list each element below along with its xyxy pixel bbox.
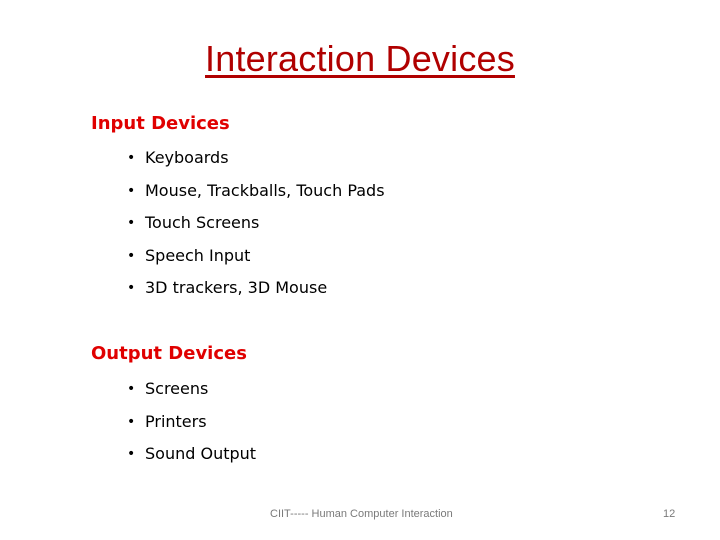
bullet-icon: • (127, 215, 136, 231)
input-devices-list: • Keyboards • Mouse, Trackballs, Touch Pad… (127, 148, 385, 311)
list-item: • Screens (127, 379, 256, 412)
slide-title: Interaction Devices (205, 38, 515, 79)
footer-text: CIIT----- Human Computer Interaction (270, 508, 453, 520)
list-item-text: 3D trackers, 3D Mouse (145, 278, 328, 297)
list-item-text: Speech Input (145, 245, 251, 265)
input-devices-heading: Input Devices (91, 113, 230, 134)
page-number: 12 (663, 508, 676, 520)
list-item: • Keyboards (127, 148, 385, 181)
bullet-icon: • (127, 280, 136, 296)
list-item-text: Screens (145, 379, 209, 398)
bullet-icon: • (127, 182, 136, 199)
list-item: • Sound Output (127, 444, 256, 477)
bullet-icon: • (127, 446, 136, 462)
bullet-icon: • (127, 247, 136, 264)
list-item-text: Printers (145, 411, 207, 431)
bullet-icon: • (127, 413, 136, 430)
list-item: • 3D trackers, 3D Mouse (127, 278, 385, 311)
list-item: • Speech Input (127, 246, 385, 279)
list-item-text: Keyboards (145, 148, 229, 167)
list-item: • Mouse, Trackballs, Touch Pads (127, 181, 385, 214)
output-devices-list: • Screens • Printers • Sound Output (127, 379, 256, 477)
output-devices-heading: Output Devices (91, 343, 247, 364)
list-item-text: Mouse, Trackballs, Touch Pads (145, 180, 385, 200)
bullet-icon: • (127, 381, 136, 397)
bullet-icon: • (127, 150, 136, 166)
list-item: • Touch Screens (127, 213, 385, 246)
list-item-text: Touch Screens (145, 213, 260, 232)
list-item: • Printers (127, 412, 256, 445)
list-item-text: Sound Output (145, 444, 257, 463)
